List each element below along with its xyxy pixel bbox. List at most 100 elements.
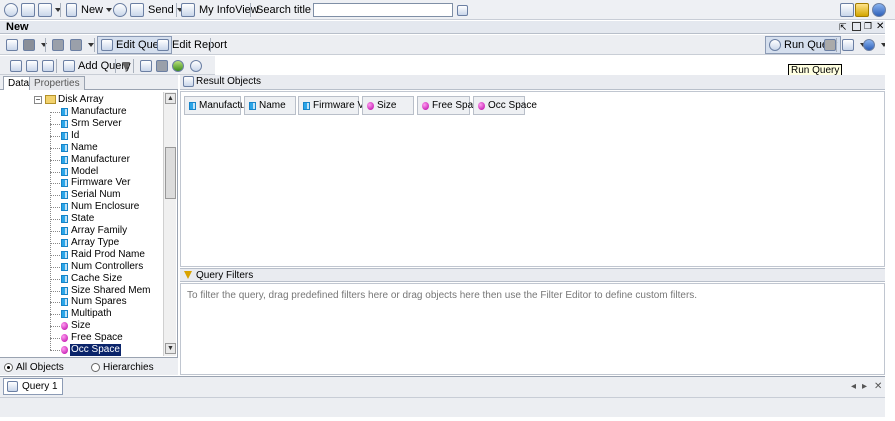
dimension-icon xyxy=(61,167,68,176)
view-menu-icon[interactable] xyxy=(38,2,61,18)
result-object-chip[interactable]: Firmware Ver xyxy=(298,96,372,115)
measure-icon xyxy=(367,102,374,110)
tree-item[interactable]: Firmware Ver xyxy=(0,177,163,189)
result-objects-pane[interactable]: Manufacture Name Firmware Ver Size Free Spac… xyxy=(180,91,885,267)
query-filters-pane[interactable]: To filter the query, drag predefined fil… xyxy=(180,283,885,375)
dimension-icon xyxy=(61,250,68,259)
document-list-icon[interactable] xyxy=(21,2,35,18)
my-infoview-button[interactable]: My InfoView xyxy=(181,2,259,18)
lock-icon[interactable] xyxy=(855,2,869,18)
tree-item[interactable]: Srm Server xyxy=(0,118,163,130)
dimension-icon xyxy=(61,179,68,188)
status-bar xyxy=(0,397,885,417)
query-toolbar: Edit Query Edit Report Run Query xyxy=(0,35,895,55)
dimension-icon xyxy=(61,108,68,116)
tree-item[interactable]: Array Family xyxy=(0,225,163,237)
tree-item[interactable]: Num Enclosure xyxy=(0,201,163,213)
measure-icon xyxy=(478,102,485,110)
tree-item[interactable]: Free Space xyxy=(0,332,163,344)
next-tab-icon[interactable]: ▸ xyxy=(862,381,867,392)
new-button[interactable]: New xyxy=(66,2,113,18)
dimension-icon xyxy=(61,143,68,152)
query-panel-toolbar: Add Query xyxy=(0,56,215,75)
send-button[interactable]: Send xyxy=(130,2,183,18)
tree-item[interactable]: Array Type xyxy=(0,237,163,249)
tree-item[interactable]: Id xyxy=(0,130,163,142)
tree-item[interactable]: Size Shared Mem xyxy=(0,285,163,297)
dimension-icon xyxy=(189,102,196,110)
tree-item[interactable]: State xyxy=(0,213,163,225)
measure-icon xyxy=(422,102,429,110)
tree-item[interactable]: Model xyxy=(0,166,163,178)
dimension-icon xyxy=(303,102,310,110)
result-object-chip[interactable]: Manufacture xyxy=(184,96,255,115)
edit-query-icon xyxy=(101,39,113,51)
measure-icon xyxy=(61,334,68,343)
document-title: New xyxy=(6,21,29,33)
close-document-icon[interactable]: ✕ xyxy=(876,21,884,32)
tree-item[interactable]: Raid Prod Name xyxy=(0,249,163,261)
scroll-up-icon[interactable]: ▲ xyxy=(165,93,176,104)
run-query-icon xyxy=(769,39,781,51)
funnel-icon xyxy=(184,271,192,279)
restore-icon[interactable]: ❐ xyxy=(864,21,872,32)
tree-folder-disk-array[interactable]: − Disk Array xyxy=(0,94,163,106)
tree-item[interactable]: Cache Size xyxy=(0,273,163,285)
dimension-icon xyxy=(61,274,68,283)
pin-icon[interactable]: ⇱ xyxy=(839,22,847,33)
preferences-icon[interactable] xyxy=(840,2,854,18)
dimension-icon xyxy=(61,215,68,224)
infoview-icon xyxy=(181,3,195,17)
result-object-chip[interactable]: Name xyxy=(244,96,296,115)
tree-item[interactable]: Manufacture xyxy=(0,106,163,118)
radio-all-objects[interactable]: All Objects xyxy=(4,362,64,373)
maximize-icon[interactable] xyxy=(852,22,861,31)
tree-scrollbar[interactable]: ▲ ▼ xyxy=(163,92,176,356)
result-object-chip[interactable]: Occ Space xyxy=(473,96,537,115)
result-object-chip[interactable]: Size xyxy=(362,96,414,115)
dimension-icon xyxy=(61,310,68,319)
back-icon[interactable] xyxy=(4,2,18,18)
tree-item[interactable]: Size xyxy=(0,320,163,332)
combined-query-icon[interactable] xyxy=(38,57,61,75)
tab-query-1[interactable]: Query 1 xyxy=(3,378,63,395)
result-object-chip[interactable]: Free Space xyxy=(417,96,484,115)
tree-item[interactable]: Name xyxy=(0,142,163,154)
new-document-icon xyxy=(66,3,77,17)
tree-item[interactable]: Manufacturer xyxy=(0,154,163,166)
query-filters-header: Query Filters xyxy=(180,268,885,282)
tree-item[interactable]: Serial Num xyxy=(0,189,163,201)
tree-item[interactable]: Occ Space xyxy=(0,344,163,356)
object-view-options: All Objects Hierarchies xyxy=(0,357,178,375)
dimension-icon xyxy=(61,155,68,164)
sql-icon[interactable] xyxy=(186,57,209,75)
dimension-icon xyxy=(61,298,68,307)
search-input[interactable] xyxy=(313,3,453,17)
folder-icon xyxy=(45,95,56,104)
send-icon xyxy=(130,3,144,17)
scroll-down-icon[interactable]: ▼ xyxy=(165,343,176,354)
tree-item[interactable]: Num Spares xyxy=(0,296,163,308)
tree-item[interactable]: Num Controllers xyxy=(0,261,163,273)
measure-icon xyxy=(61,346,68,354)
refresh-icon[interactable] xyxy=(113,2,127,18)
scroll-thumb[interactable] xyxy=(165,147,176,199)
edit-report-button[interactable]: Edit Report xyxy=(153,36,231,54)
filter-icon[interactable] xyxy=(118,57,134,75)
add-query-icon xyxy=(63,60,75,72)
help-icon[interactable] xyxy=(872,2,886,18)
close-tab-icon[interactable]: ✕ xyxy=(874,381,882,392)
prev-tab-icon[interactable]: ◂ xyxy=(851,381,856,392)
tree-item[interactable]: Multipath xyxy=(0,308,163,320)
collapse-icon[interactable]: − xyxy=(34,96,42,104)
filter-hint: To filter the query, drag predefined fil… xyxy=(187,290,698,301)
tab-properties[interactable]: Properties xyxy=(29,76,85,90)
dimension-icon xyxy=(61,227,68,235)
data-panel: Data Properties − Disk Array Manufacture… xyxy=(0,75,178,375)
radio-hierarchies[interactable]: Hierarchies xyxy=(91,362,154,373)
search-label: Search title xyxy=(256,4,312,16)
save-icon[interactable] xyxy=(19,36,51,54)
search-go-icon[interactable] xyxy=(457,2,468,18)
dimension-icon xyxy=(249,102,256,110)
measure-icon xyxy=(61,322,68,331)
